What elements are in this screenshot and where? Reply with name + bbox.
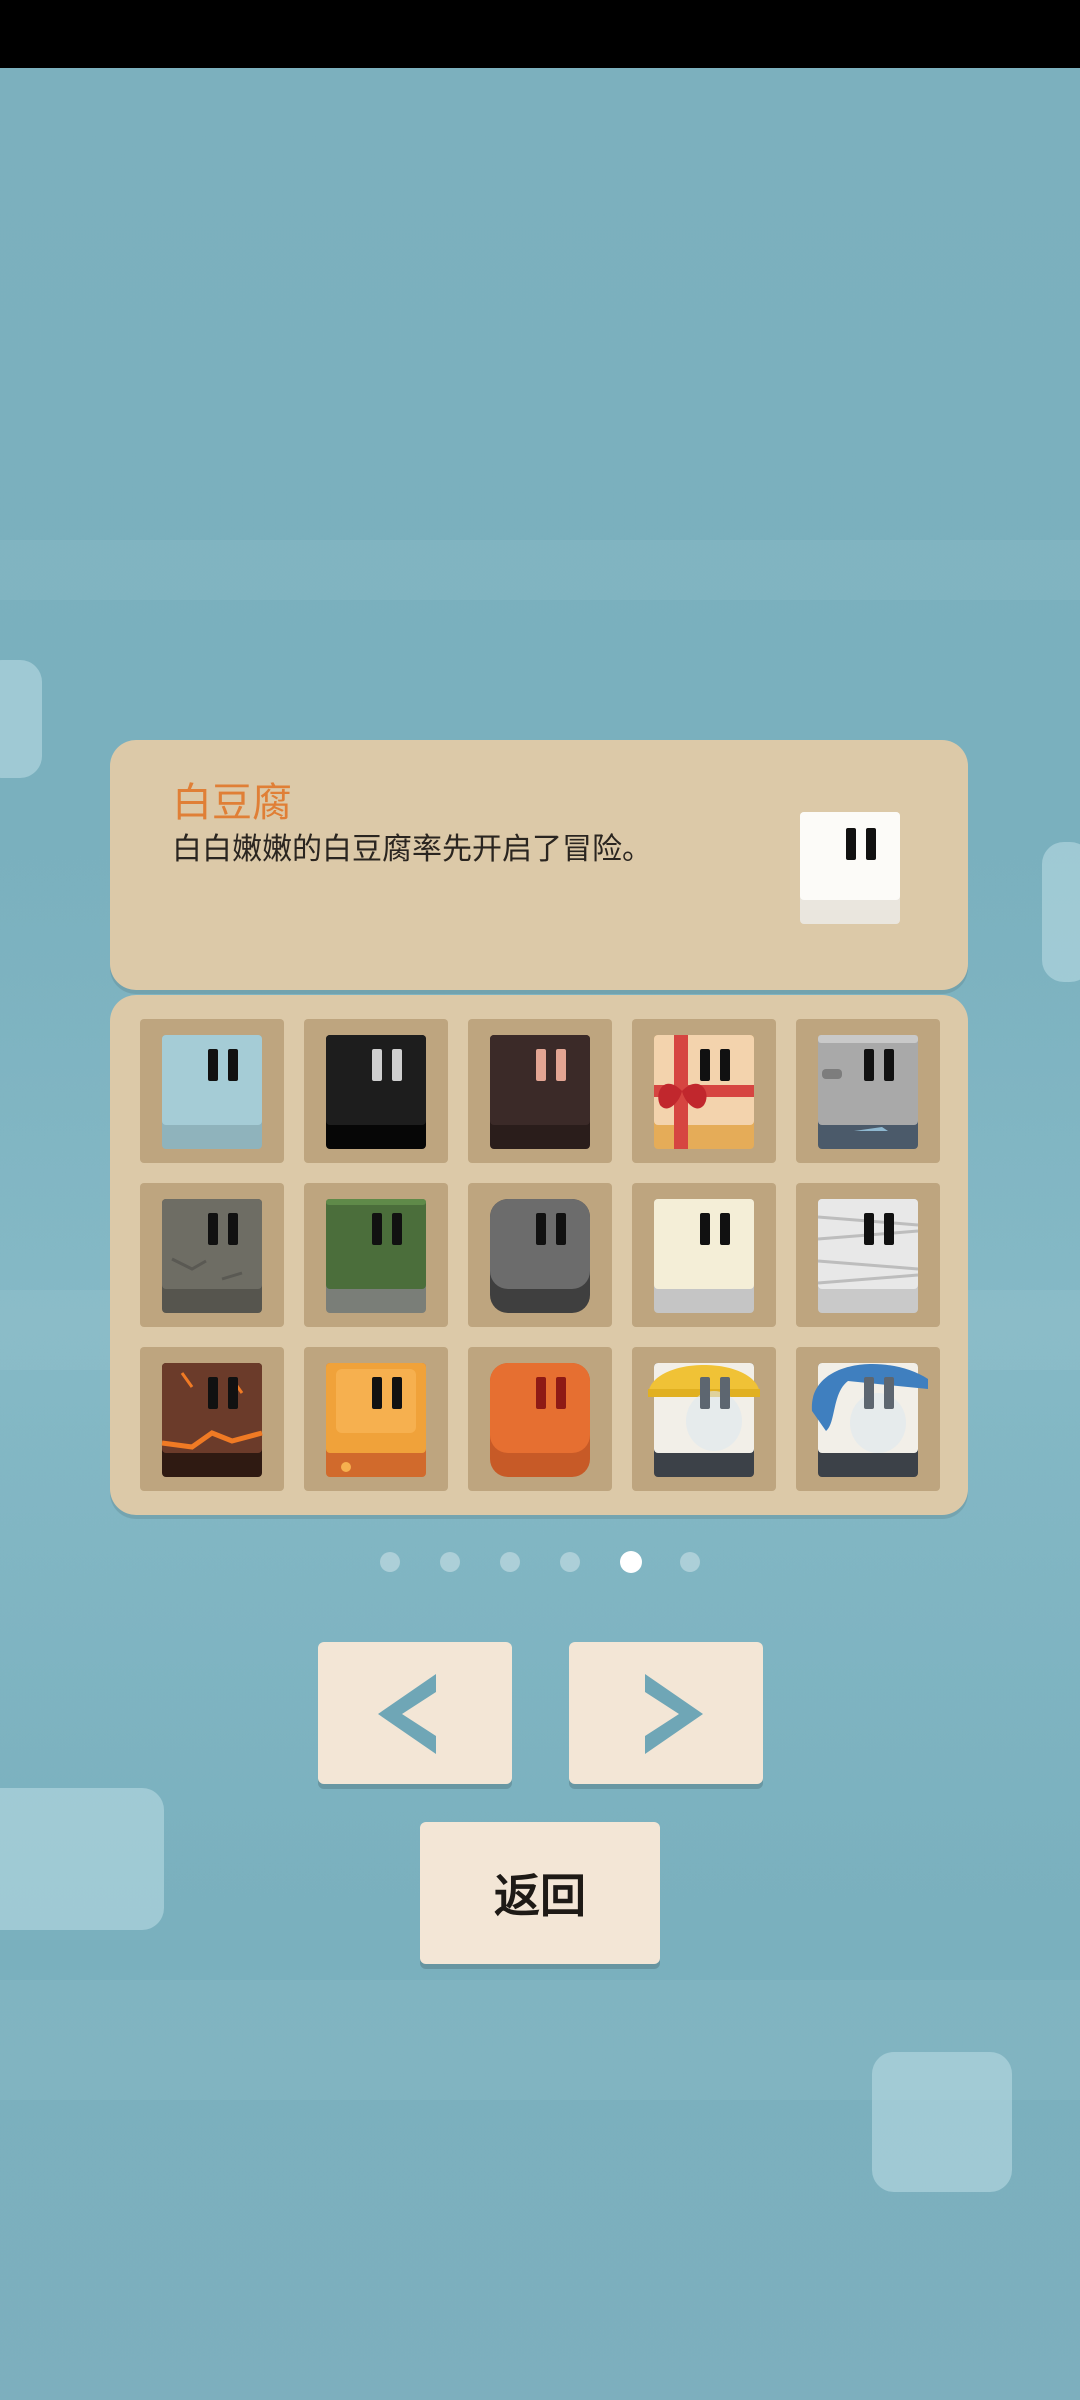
character-tile-honey-tofu[interactable] [304,1347,448,1491]
orange-tofu-icon [490,1363,590,1477]
character-tile-stone-tofu[interactable] [140,1183,284,1327]
character-tile-hardhat-tofu[interactable] [632,1347,776,1491]
lava-tofu-icon [161,1363,263,1477]
character-tile-lava-tofu[interactable] [140,1347,284,1491]
chevron-right-icon [645,1674,703,1754]
tin-can-tofu-icon [818,1035,918,1149]
gift-box-tofu-icon [654,1035,754,1149]
character-name: 白豆腐 [172,780,292,826]
return-button-label: 返回 [494,1869,586,1923]
black-tofu-icon [326,1035,426,1149]
chevron-left-icon [378,1674,436,1754]
dark-brown-tofu-icon [490,1035,590,1149]
character-preview [800,812,900,924]
mummy-tofu-icon [817,1199,919,1313]
page-dot[interactable] [560,1552,580,1572]
character-tile-dark-brown-tofu[interactable] [468,1019,612,1163]
page-dot[interactable] [500,1552,520,1572]
character-tile-mummy-tofu[interactable] [796,1183,940,1327]
character-tile-moss-tofu[interactable] [304,1183,448,1327]
background-cloud [872,2052,1012,2192]
character-tile-cream-tofu[interactable] [632,1183,776,1327]
page-indicator [0,1551,1080,1576]
page-dot[interactable] [680,1552,700,1572]
character-tile-gift-box-tofu[interactable] [632,1019,776,1163]
cream-tofu-icon [654,1199,754,1313]
blue-hair-tofu-icon [811,1363,928,1477]
character-tile-blue-ice-tofu[interactable] [140,1019,284,1163]
gray-rock-tofu-icon [490,1199,590,1313]
blue-ice-tofu-icon [162,1035,262,1149]
character-tile-tin-can-tofu[interactable] [796,1019,940,1163]
page-dot[interactable] [440,1552,460,1572]
sky-band [0,540,1080,600]
character-info-card: 白豆腐 白白嫩嫩的白豆腐率先开启了冒险。 [110,740,968,990]
honey-tofu-icon [326,1363,426,1477]
character-tile-orange-tofu[interactable] [468,1347,612,1491]
background-cloud [0,660,42,778]
character-tile-gray-rock-tofu[interactable] [468,1183,612,1327]
character-tile-black-tofu[interactable] [304,1019,448,1163]
page-dot[interactable] [380,1552,400,1572]
previous-page-button[interactable] [318,1642,512,1784]
hardhat-tofu-icon [648,1363,760,1477]
character-grid [110,995,968,1515]
background-cloud [1042,842,1080,982]
return-button[interactable]: 返回 [420,1822,660,1964]
status-bar [0,0,1080,68]
character-tile-blue-hair-tofu[interactable] [796,1347,940,1491]
moss-tofu-icon [326,1199,426,1313]
background-cloud [0,1788,164,1930]
page-dot[interactable] [620,1551,642,1573]
character-description: 白白嫩嫩的白豆腐率先开启了冒险。 [172,832,652,867]
next-page-button[interactable] [569,1642,763,1784]
stone-tofu-icon [162,1199,262,1313]
